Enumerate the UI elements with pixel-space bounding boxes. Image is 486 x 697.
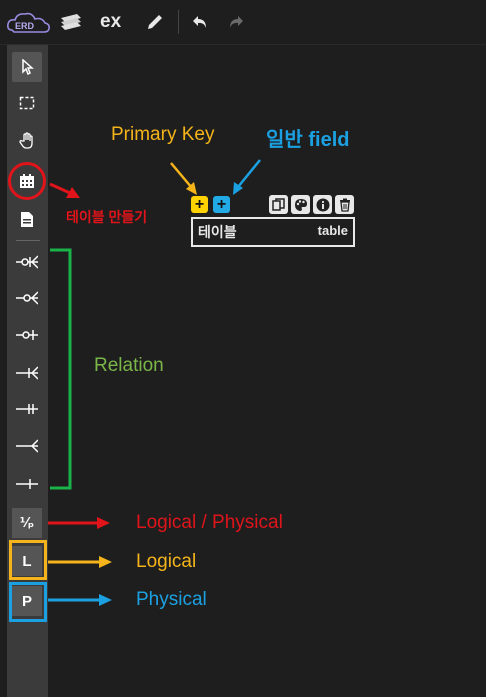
relation-annotation: Relation [94,355,164,376]
copy-icon[interactable] [269,195,288,214]
logical-physical-annotation: Logical / Physical [136,512,283,533]
table-comment[interactable]: table [318,223,348,238]
table-name[interactable]: 테이블 [198,222,237,242]
logical-annotation: Logical [136,551,197,572]
add-field-button[interactable]: + [213,196,230,213]
primary-key-annotation: Primary Key [111,124,215,145]
field-annotation: 일반 field [266,129,350,151]
palette-icon[interactable] [291,195,310,214]
create-table-annotation: 테이블 만들기 [66,209,148,225]
physical-annotation: Physical [136,589,207,610]
info-icon[interactable] [313,195,332,214]
add-primary-key-button[interactable]: + [191,196,208,213]
table-box[interactable]: 테이블 table [191,217,355,247]
trash-icon[interactable] [335,195,354,214]
annotation-arrows [48,159,261,606]
